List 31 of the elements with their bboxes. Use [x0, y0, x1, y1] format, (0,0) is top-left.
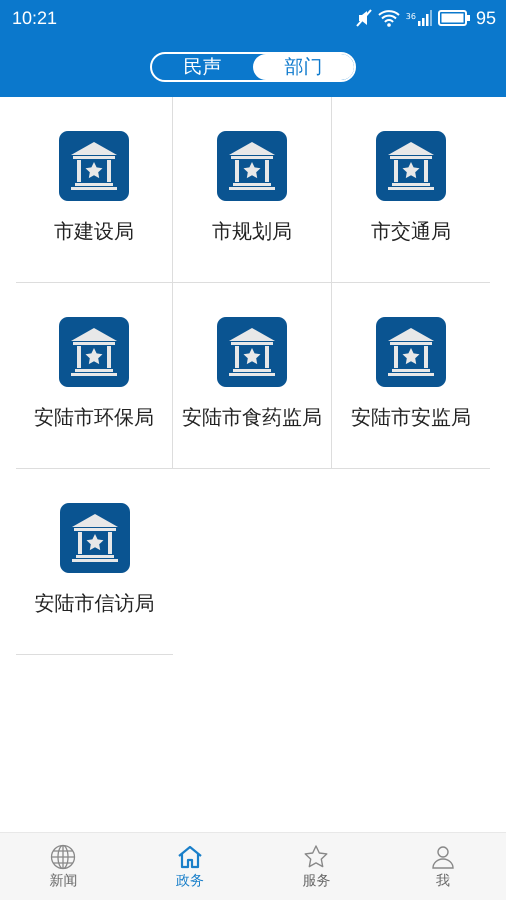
battery-icon	[438, 10, 470, 26]
mute-icon	[356, 9, 372, 27]
globe-icon	[50, 844, 76, 870]
battery-level: 95	[476, 8, 496, 28]
nav-tab[interactable]: 政务	[126, 833, 253, 900]
segment-tab[interactable]: 部门	[253, 54, 354, 80]
department-tile[interactable]: 安陆市环保局	[16, 283, 173, 469]
person-icon	[430, 844, 456, 870]
building-icon	[217, 317, 287, 387]
department-tile[interactable]: 市交通局	[332, 97, 490, 283]
department-tile[interactable]: 安陆市信访局	[16, 469, 173, 655]
nav-tab[interactable]: 我	[380, 833, 506, 900]
building-icon	[376, 131, 446, 201]
building-icon	[217, 131, 287, 201]
building-icon	[376, 317, 446, 387]
nav-tab[interactable]: 服务	[253, 833, 380, 900]
department-tile[interactable]: 安陆市安监局	[332, 283, 490, 469]
department-tile[interactable]: 市规划局	[173, 97, 332, 283]
building-icon	[59, 131, 129, 201]
department-tile[interactable]: 市建设局	[16, 97, 173, 283]
nav-tab[interactable]: 新闻	[0, 833, 126, 900]
segment-tab[interactable]: 民声	[152, 54, 253, 80]
wifi-icon	[378, 9, 400, 27]
department-tile[interactable]: 安陆市食药监局	[173, 283, 332, 469]
network-type: 36	[406, 12, 416, 20]
status-time: 10:21	[12, 8, 58, 28]
building-icon	[60, 503, 130, 573]
building-icon	[59, 317, 129, 387]
home-icon	[176, 844, 203, 870]
signal-icon	[418, 10, 432, 26]
star-icon	[303, 844, 330, 870]
